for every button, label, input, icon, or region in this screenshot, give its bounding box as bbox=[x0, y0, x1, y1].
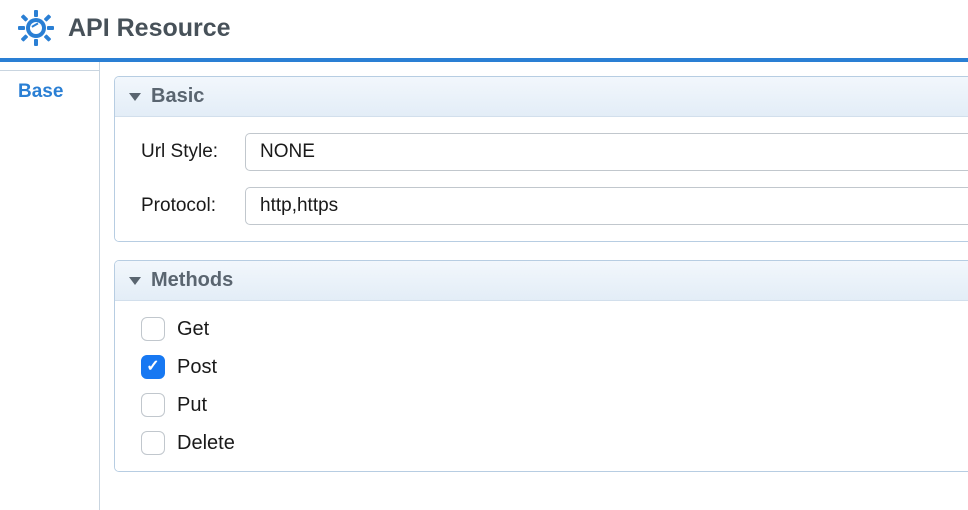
url-style-label: Url Style: bbox=[141, 141, 245, 163]
main-panel: Basic Url Style: Protocol: Methods bbox=[100, 62, 968, 510]
tabs-rail: Base bbox=[0, 62, 100, 510]
section-methods-title: Methods bbox=[151, 269, 233, 292]
chevron-down-icon bbox=[129, 277, 141, 285]
checkbox-delete[interactable]: Delete bbox=[141, 431, 968, 455]
checkbox-icon bbox=[141, 393, 165, 417]
checkbox-post[interactable]: ✓ Post bbox=[141, 355, 968, 379]
checkbox-put-label: Put bbox=[177, 394, 207, 417]
checkbox-icon bbox=[141, 431, 165, 455]
page-title: API Resource bbox=[68, 14, 231, 43]
checkbox-get[interactable]: Get bbox=[141, 317, 968, 341]
protocol-label: Protocol: bbox=[141, 195, 245, 217]
tab-base[interactable]: Base bbox=[0, 70, 99, 114]
section-basic-title: Basic bbox=[151, 85, 204, 108]
row-url-style: Url Style: bbox=[141, 133, 968, 171]
section-basic: Basic Url Style: Protocol: bbox=[114, 76, 968, 242]
protocol-input[interactable] bbox=[245, 187, 968, 225]
checkbox-icon bbox=[141, 317, 165, 341]
content-wrapper: Base Basic Url Style: Protocol: bbox=[0, 62, 968, 510]
chevron-down-icon bbox=[129, 93, 141, 101]
gear-icon bbox=[18, 10, 54, 46]
section-basic-header[interactable]: Basic bbox=[115, 77, 968, 117]
section-methods: Methods Get ✓ Post Put bbox=[114, 260, 968, 472]
checkbox-put[interactable]: Put bbox=[141, 393, 968, 417]
checkbox-delete-label: Delete bbox=[177, 432, 235, 455]
page-header: API Resource bbox=[0, 0, 968, 62]
checkbox-checked-icon: ✓ bbox=[141, 355, 165, 379]
section-basic-body: Url Style: Protocol: bbox=[115, 117, 968, 241]
row-protocol: Protocol: bbox=[141, 187, 968, 225]
checkbox-post-label: Post bbox=[177, 356, 217, 379]
url-style-input[interactable] bbox=[245, 133, 968, 171]
checkbox-get-label: Get bbox=[177, 318, 209, 341]
section-methods-body: Get ✓ Post Put Delete bbox=[115, 301, 968, 471]
section-methods-header[interactable]: Methods bbox=[115, 261, 968, 301]
